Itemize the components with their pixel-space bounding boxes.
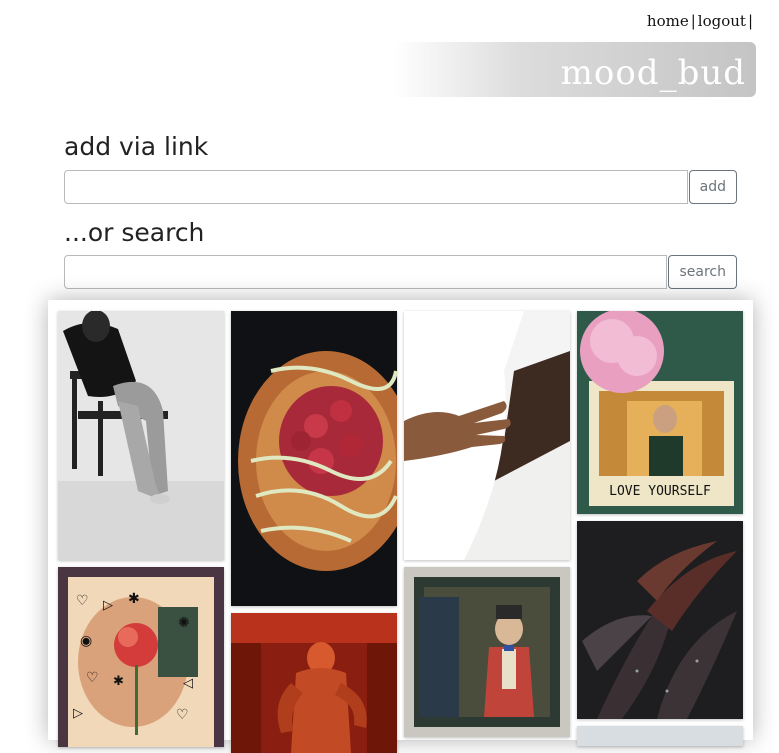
- raspberry-pastry-image: [231, 311, 397, 606]
- search-input[interactable]: [64, 255, 668, 289]
- image-tile-dark-plant[interactable]: [577, 521, 743, 719]
- svg-text:♡: ♡: [86, 670, 99, 686]
- search-heading: ...or search: [64, 218, 205, 247]
- link-input[interactable]: [64, 170, 688, 204]
- hand-over-face-image: [404, 311, 570, 560]
- search-button[interactable]: search: [668, 255, 737, 289]
- svg-text:✱: ✱: [128, 591, 140, 607]
- image-tile-vintage-child[interactable]: [404, 567, 570, 737]
- image-tile-person-sitting[interactable]: [58, 311, 224, 560]
- add-link-heading: add via link: [64, 132, 209, 161]
- person-sitting-image: [58, 311, 224, 560]
- image-tile-hand-over-face[interactable]: [404, 311, 570, 560]
- add-link-form: add: [64, 170, 737, 204]
- search-form: search: [64, 255, 737, 289]
- svg-text:✱: ✱: [113, 674, 124, 689]
- brand-title: mood_bud: [560, 53, 746, 93]
- svg-text:♡: ♡: [176, 707, 189, 723]
- add-button[interactable]: add: [688, 170, 737, 204]
- logout-link[interactable]: logout: [698, 12, 746, 30]
- partial-image: [577, 726, 743, 746]
- red-statue-image: [231, 613, 397, 753]
- brand-banner: mood_bud: [394, 42, 756, 97]
- svg-text:◁: ◁: [183, 676, 193, 691]
- home-link[interactable]: home: [647, 12, 689, 30]
- love-yourself-caption: LOVE YOURSELF: [609, 484, 711, 499]
- svg-text:▷: ▷: [103, 598, 113, 613]
- love-yourself-image: LOVE YOURSELF: [577, 311, 743, 514]
- dark-plant-image: [577, 521, 743, 719]
- image-tile-heart-doodle[interactable]: ♡ ▷ ✱ ◉ ✺ ♡ ✱ ◁ ▷ ♡: [58, 567, 224, 747]
- vintage-child-image: [404, 567, 570, 737]
- mood-board: ♡ ▷ ✱ ◉ ✺ ♡ ✱ ◁ ▷ ♡ LOVE YOURSELF: [48, 300, 753, 753]
- nav-separator: |: [747, 12, 753, 30]
- top-nav: home | logout |: [647, 12, 755, 30]
- svg-text:◉: ◉: [80, 633, 92, 649]
- svg-text:♡: ♡: [76, 593, 89, 609]
- svg-text:▷: ▷: [73, 706, 83, 721]
- image-tile-raspberry-pastry[interactable]: [231, 311, 397, 606]
- image-tile-love-yourself[interactable]: LOVE YOURSELF: [577, 311, 743, 514]
- heart-doodle-image: ♡ ▷ ✱ ◉ ✺ ♡ ✱ ◁ ▷ ♡: [58, 567, 224, 747]
- svg-text:✺: ✺: [178, 615, 190, 631]
- image-tile-partial[interactable]: [577, 726, 743, 746]
- nav-separator: |: [690, 12, 696, 30]
- image-tile-red-statue[interactable]: [231, 613, 397, 753]
